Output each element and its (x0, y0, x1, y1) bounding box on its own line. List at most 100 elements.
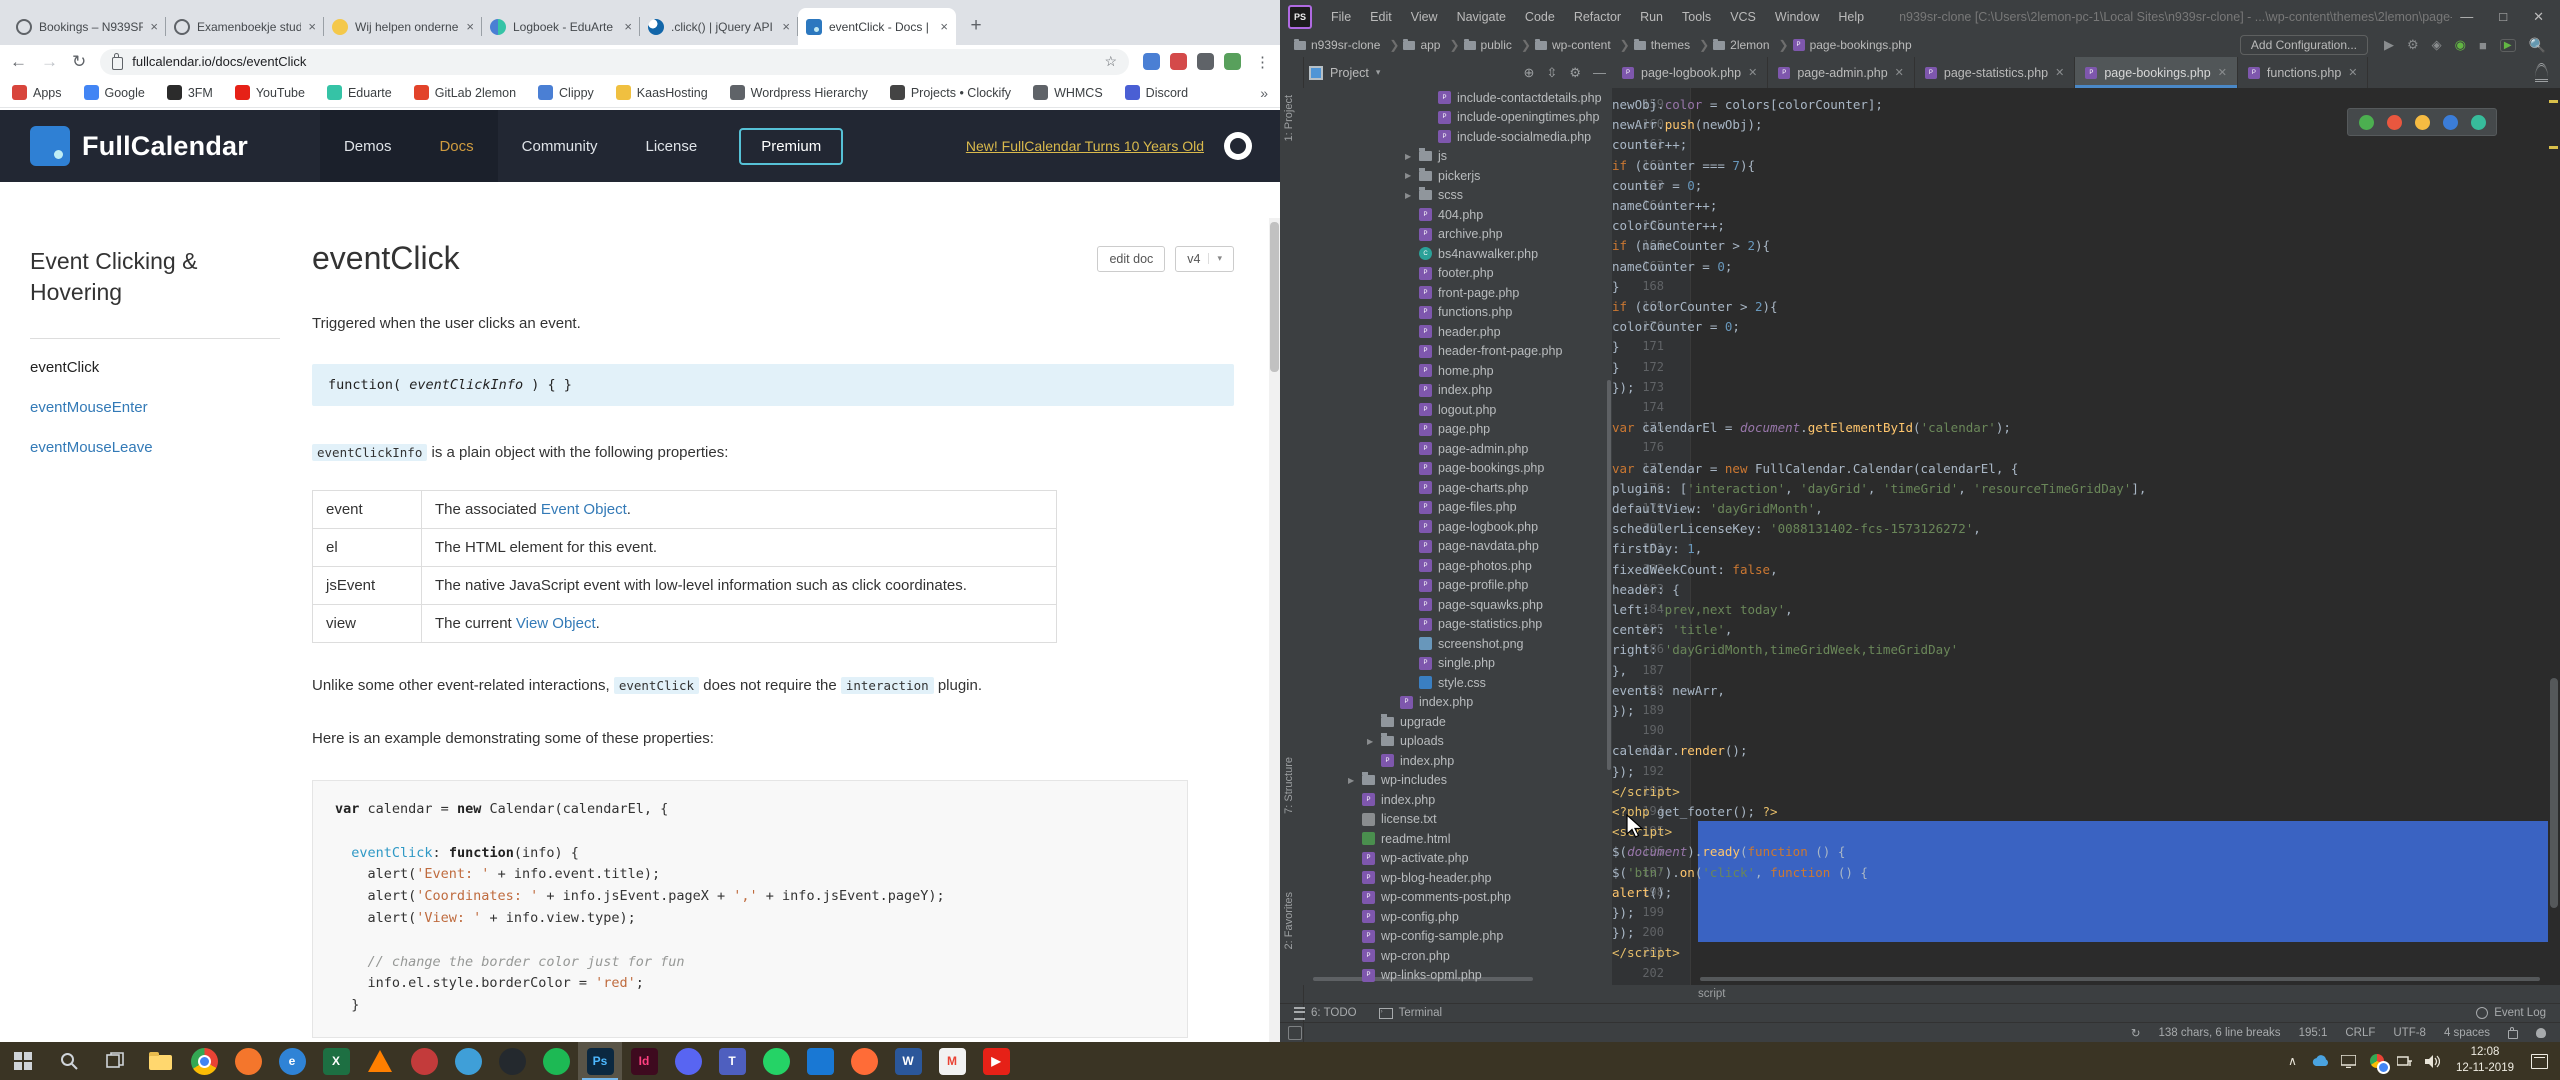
bookmarks-overflow-icon[interactable]: » (1260, 85, 1268, 101)
extension-icon-3[interactable] (1197, 53, 1214, 70)
forward-button[interactable]: → (41, 52, 58, 72)
tree-item[interactable]: Ppage-navdata.php (1419, 537, 1539, 557)
menu-window[interactable]: Window (1766, 10, 1828, 24)
bookmark-gitlab[interactable]: GitLab 2lemon (414, 85, 516, 100)
tree-item[interactable]: Pheader-front-page.php (1419, 342, 1562, 362)
tree-item[interactable]: Pwp-cron.php (1362, 946, 1450, 966)
hide-panel-icon[interactable]: — (1593, 65, 1606, 81)
tab-close-icon[interactable]: × (782, 19, 790, 34)
browser-menu-icon[interactable]: ⋮ (1255, 53, 1270, 71)
network-icon[interactable] (2395, 1055, 2414, 1068)
stop-icon[interactable]: ■ (2479, 38, 2487, 53)
collapse-all-icon[interactable]: ⇳ (1546, 65, 1557, 81)
inspections-icon[interactable] (2536, 1028, 2546, 1038)
taskbar-internet-icon[interactable] (446, 1042, 490, 1080)
run-icon[interactable]: ▶ (2384, 37, 2394, 53)
breadcrumb-item[interactable]: 2lemon❯ (1713, 38, 1788, 52)
tree-item[interactable]: Pwp-comments-post.php (1362, 888, 1511, 908)
taskbar-file-explorer-icon[interactable] (138, 1042, 182, 1080)
tab-close-icon[interactable]: ✕ (2348, 66, 2357, 79)
minimize-button[interactable]: — (2460, 9, 2473, 25)
browser-tab[interactable]: eventClick - Docs | F× (798, 8, 956, 45)
taskbar-discord-icon[interactable] (666, 1042, 710, 1080)
task-view-button[interactable] (92, 1042, 138, 1080)
edit-doc-button[interactable]: edit doc (1097, 246, 1165, 272)
database-icon[interactable] (2535, 63, 2548, 82)
address-bar[interactable]: fullcalendar.io/docs/eventClick ☆ (100, 49, 1129, 75)
breadcrumb-item[interactable]: wp-content❯ (1535, 38, 1630, 52)
taskbar-vlc-icon[interactable] (358, 1042, 402, 1080)
taskbar-clock[interactable]: 12:08 12-11-2019 (2456, 1045, 2514, 1076)
sidebar-link-eventMouseEnter[interactable]: eventMouseEnter (30, 399, 280, 416)
tree-item[interactable]: Ppage-admin.php (1419, 439, 1528, 459)
reload-button[interactable]: ↻ (72, 52, 86, 72)
version-select[interactable]: v4 ▾ (1175, 246, 1234, 272)
tree-item[interactable]: upgrade (1381, 712, 1446, 732)
page-scrollbar[interactable] (1269, 218, 1280, 1042)
indent-setting[interactable]: 4 spaces (2444, 1027, 2490, 1039)
menu-view[interactable]: View (1402, 10, 1447, 24)
tree-item[interactable]: Pfooter.php (1419, 264, 1494, 284)
bookmark-apps-grid[interactable]: Apps (12, 85, 62, 100)
tree-expand-icon[interactable]: ▶ (1405, 171, 1413, 180)
tree-expand-icon[interactable]: ▶ (1367, 737, 1375, 746)
tree-item[interactable]: Pwp-config-sample.php (1362, 927, 1503, 947)
tree-item[interactable]: Ppage-charts.php (1419, 478, 1528, 498)
tree-item[interactable]: Pinclude-contactdetails.php (1438, 88, 1602, 108)
tray-chevron-icon[interactable]: ∧ (2283, 1054, 2302, 1068)
menu-help[interactable]: Help (1829, 10, 1873, 24)
tree-item[interactable]: Ppage-photos.php (1419, 556, 1532, 576)
display-settings-icon[interactable] (2339, 1055, 2358, 1068)
editor-tab[interactable]: Pfunctions.php✕ (2238, 57, 2369, 88)
taskbar-youtube-icon[interactable]: ▶ (974, 1042, 1018, 1080)
browser-tab[interactable]: Examenboekje stude× (166, 8, 324, 45)
taskbar-firefox-icon[interactable] (226, 1042, 270, 1080)
editor-tab[interactable]: Ppage-bookings.php✕ (2075, 57, 2238, 88)
tree-item[interactable]: ▶scss (1405, 186, 1463, 206)
taskbar-gmail-icon[interactable]: M (930, 1042, 974, 1080)
tree-item[interactable]: Pindex.php (1419, 381, 1492, 401)
breadcrumb-item[interactable]: Ppage-bookings.php (1793, 38, 1912, 52)
taskbar-edge-icon[interactable]: e (270, 1042, 314, 1080)
tree-item[interactable]: ▶js (1405, 147, 1447, 167)
taskbar-spotify-icon[interactable] (534, 1042, 578, 1080)
taskbar-search-button[interactable] (46, 1042, 92, 1080)
taskbar-vscode-icon[interactable] (798, 1042, 842, 1080)
tree-item[interactable]: readme.html (1362, 829, 1450, 849)
tree-item[interactable]: Pwp-links-opml.php (1362, 966, 1482, 986)
tab-close-icon[interactable]: × (150, 19, 158, 34)
tab-close-icon[interactable]: ✕ (2218, 66, 2227, 79)
start-button[interactable] (0, 1042, 46, 1080)
tree-item[interactable]: Ppage-files.php (1419, 498, 1517, 518)
menu-tools[interactable]: Tools (1673, 10, 1720, 24)
bookmark-globe[interactable]: Wordpress Hierarchy (730, 85, 868, 100)
code-editor[interactable]: 159 newObj.color = colors[colorCounter];… (1612, 88, 2560, 985)
terminal-toolwindow-button[interactable]: ›Terminal (1379, 1007, 1442, 1019)
tree-item[interactable]: Pindex.php (1381, 751, 1454, 771)
bookmark-clockify[interactable]: Projects • Clockify (890, 85, 1011, 100)
editor-tab[interactable]: Ppage-logbook.php✕ (1612, 57, 1768, 88)
editor-tab[interactable]: Ppage-admin.php✕ (1768, 57, 1915, 88)
bookmark-clippy[interactable]: Clippy (538, 85, 594, 100)
tab-close-icon[interactable]: × (466, 19, 474, 34)
menu-navigate[interactable]: Navigate (1448, 10, 1515, 24)
doc-link[interactable]: View Object (516, 615, 596, 632)
sync-icon[interactable]: ↻ (2131, 1026, 2141, 1040)
tool-favorites-label[interactable]: 2: Favorites (1283, 892, 1295, 949)
taskbar-photoshop-icon[interactable]: Ps (578, 1042, 622, 1080)
bookmark-discord[interactable]: Discord (1125, 85, 1188, 100)
tab-close-icon[interactable]: × (624, 19, 632, 34)
taskbar-word-icon[interactable]: W (886, 1042, 930, 1080)
tree-item[interactable]: Ppage-bookings.php (1419, 459, 1544, 479)
menu-code[interactable]: Code (1516, 10, 1564, 24)
profiler-icon[interactable]: ◉ (2455, 37, 2466, 53)
editor-breadcrumb[interactable]: script (1698, 988, 1725, 1000)
tree-item[interactable]: screenshot.png (1419, 634, 1523, 654)
tree-item[interactable]: Pinclude-socialmedia.php (1438, 127, 1591, 147)
add-configuration-button[interactable]: Add Configuration... (2240, 35, 2368, 55)
close-button[interactable]: ✕ (2533, 9, 2544, 25)
editor-hscrollbar[interactable] (1700, 977, 2540, 981)
back-button[interactable]: ← (10, 52, 27, 72)
readonly-lock-icon[interactable] (2508, 1030, 2518, 1039)
tree-item[interactable]: license.txt (1362, 810, 1437, 830)
